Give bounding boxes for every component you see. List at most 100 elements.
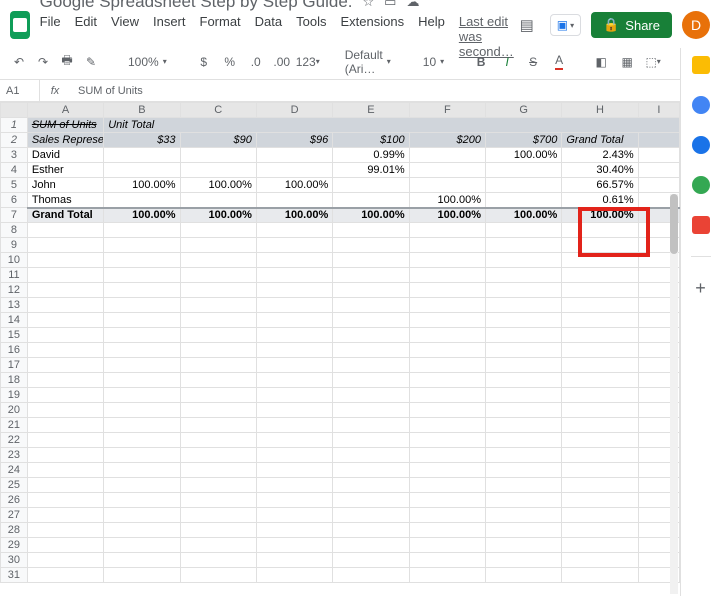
cell[interactable] [256,193,332,208]
name-box[interactable]: A1 [0,80,40,101]
cell[interactable] [27,568,103,583]
col-header[interactable]: G [485,103,561,118]
cell[interactable] [409,553,485,568]
cell[interactable]: Thomas [27,193,103,208]
font-select[interactable]: Default (Ari…▾ [341,46,395,78]
vertical-scrollbar[interactable] [670,194,678,594]
share-button[interactable]: 🔒 Share [591,12,672,38]
cell[interactable] [180,313,256,328]
cell[interactable] [333,253,409,268]
cell[interactable] [104,403,180,418]
cell[interactable]: 100.00% [104,208,180,223]
cell[interactable] [409,538,485,553]
cell[interactable]: Unit Total [104,118,680,133]
cell[interactable] [562,568,638,583]
cell[interactable] [180,238,256,253]
cell[interactable] [104,448,180,463]
cell[interactable] [409,448,485,463]
row-header[interactable]: 28 [1,523,28,538]
cell[interactable] [256,283,332,298]
cell[interactable] [485,298,561,313]
cell[interactable] [180,343,256,358]
cell[interactable] [104,163,180,178]
cell[interactable] [104,493,180,508]
tasks-icon[interactable] [692,136,710,154]
cell[interactable]: 100.00% [485,148,561,163]
cell[interactable] [562,328,638,343]
cell[interactable] [27,403,103,418]
more-formats-icon[interactable]: 123▾ [299,51,317,73]
cell[interactable] [562,448,638,463]
cell[interactable] [333,493,409,508]
cell[interactable] [485,418,561,433]
row-header[interactable]: 8 [1,223,28,238]
cell[interactable]: 100.00% [409,208,485,223]
row-header[interactable]: 31 [1,568,28,583]
row-header[interactable]: 21 [1,418,28,433]
cell[interactable]: 2.43% [562,148,638,163]
row-header[interactable]: 24 [1,463,28,478]
row-header[interactable]: 25 [1,478,28,493]
cell[interactable] [409,298,485,313]
cell[interactable] [27,418,103,433]
cell[interactable]: 0.99% [333,148,409,163]
cell[interactable] [256,403,332,418]
calendar-icon[interactable] [692,56,710,74]
row-header[interactable]: 20 [1,403,28,418]
cell[interactable] [27,463,103,478]
cell[interactable] [333,193,409,208]
cell[interactable] [333,343,409,358]
cell[interactable] [409,508,485,523]
cell[interactable] [562,238,638,253]
cell[interactable] [256,553,332,568]
cell[interactable] [333,478,409,493]
row-header[interactable]: 3 [1,148,28,163]
cell[interactable] [104,193,180,208]
cell[interactable] [409,358,485,373]
cell[interactable] [256,508,332,523]
cell[interactable] [333,388,409,403]
cell[interactable] [104,148,180,163]
row-header[interactable]: 7 [1,208,28,223]
cell[interactable] [104,568,180,583]
cell[interactable] [180,298,256,313]
cell[interactable] [27,283,103,298]
cell[interactable] [333,448,409,463]
present-button[interactable]: ▣▾ [550,14,581,36]
cell[interactable]: 100.00% [485,208,561,223]
cell[interactable] [104,328,180,343]
cell[interactable] [409,328,485,343]
cell[interactable]: $100 [333,133,409,148]
cell[interactable] [27,433,103,448]
cell[interactable]: 100.00% [256,178,332,193]
cell[interactable]: $33 [104,133,180,148]
row-header[interactable]: 22 [1,433,28,448]
cell[interactable] [27,298,103,313]
cell[interactable] [104,313,180,328]
cell[interactable] [333,373,409,388]
cell[interactable] [256,568,332,583]
cell[interactable] [562,433,638,448]
cell[interactable] [104,433,180,448]
cell[interactable] [27,508,103,523]
cell[interactable]: $200 [409,133,485,148]
cell[interactable] [333,403,409,418]
row-header[interactable]: 9 [1,238,28,253]
cell[interactable] [409,433,485,448]
cell[interactable] [409,523,485,538]
currency-icon[interactable]: $ [195,51,213,73]
cell[interactable] [180,268,256,283]
cell[interactable] [104,298,180,313]
redo-icon[interactable]: ↷ [34,51,52,73]
cell[interactable] [180,478,256,493]
cell[interactable] [333,298,409,313]
cell[interactable] [333,223,409,238]
cell[interactable] [27,343,103,358]
fill-color-icon[interactable]: ◧ [592,51,610,73]
cell[interactable] [256,268,332,283]
cell[interactable] [104,463,180,478]
cell[interactable] [27,538,103,553]
star-icon[interactable]: ☆ [363,0,375,10]
cell[interactable] [27,373,103,388]
cell[interactable] [409,493,485,508]
